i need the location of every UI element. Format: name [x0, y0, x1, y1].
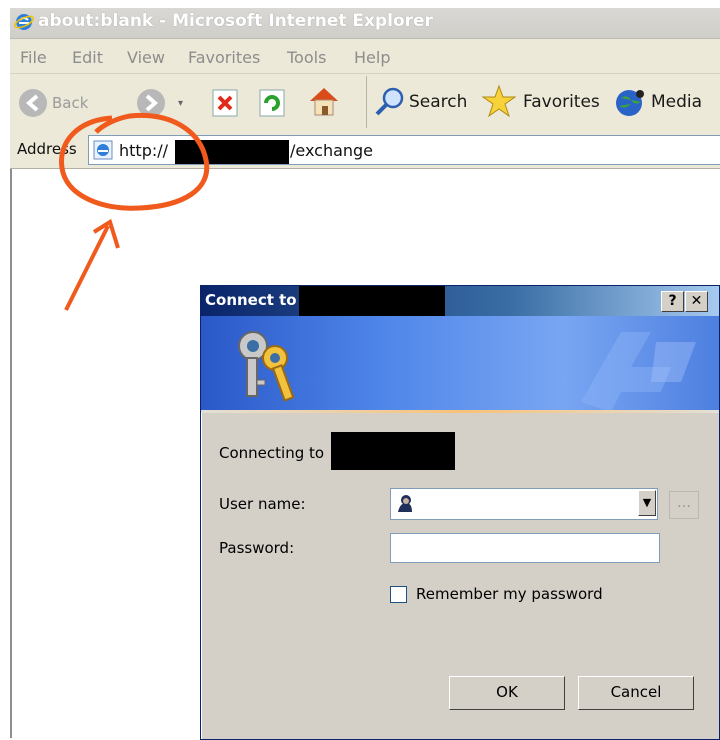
favorites-label: Favorites: [523, 92, 600, 112]
search-button[interactable]: Search: [374, 84, 474, 120]
favorites-star-icon: [481, 84, 517, 118]
refresh-icon[interactable]: [257, 88, 287, 118]
remember-checkbox[interactable]: [390, 586, 407, 603]
redacted-host: [175, 140, 289, 164]
banner-watermark-keys: [581, 332, 696, 412]
keys-icon: [238, 331, 295, 402]
menu-tools[interactable]: Tools: [287, 48, 326, 67]
connect-dialog: Connect to ? ✕ Connecting to User name: …: [200, 285, 720, 740]
forward-dropdown-icon[interactable]: ▾: [178, 98, 183, 109]
menu-file[interactable]: File: [20, 48, 47, 67]
toolbar-separator: [366, 76, 367, 128]
ok-button[interactable]: OK: [449, 676, 565, 710]
menu-favorites[interactable]: Favorites: [188, 48, 260, 67]
ie-title-bar: about:blank - Microsoft Internet Explore…: [10, 8, 720, 39]
home-icon[interactable]: [306, 84, 342, 118]
address-input[interactable]: http:// /exchange: [88, 135, 720, 165]
standard-toolbar: Back ▾ Search Favorites Media: [10, 74, 720, 133]
remember-label[interactable]: Remember my password: [416, 585, 603, 603]
username-combobox[interactable]: ▼: [390, 488, 658, 520]
chevron-down-icon[interactable]: ▼: [638, 490, 656, 516]
address-label: Address: [17, 140, 77, 158]
back-button[interactable]: Back: [14, 86, 94, 120]
media-button[interactable]: Media: [613, 84, 713, 120]
search-label: Search: [409, 92, 468, 112]
address-bar: Address http:// /exchange: [10, 132, 720, 169]
window-title: about:blank - Microsoft Internet Explore…: [38, 11, 433, 31]
search-magnifier-icon: [375, 87, 404, 116]
page-icon: [93, 140, 113, 160]
dialog-title: Connect to: [205, 291, 297, 309]
menu-help[interactable]: Help: [354, 48, 390, 67]
stop-icon[interactable]: [210, 88, 240, 118]
media-globe-icon: [616, 90, 644, 116]
close-button[interactable]: ✕: [685, 291, 708, 312]
dialog-title-bar: Connect to ? ✕: [201, 286, 719, 318]
back-label: Back: [52, 94, 89, 112]
menu-bar: File Edit View Favorites Tools Help: [10, 39, 720, 74]
username-label: User name:: [219, 495, 306, 513]
forward-arrow-icon[interactable]: [136, 88, 166, 118]
user-icon: [398, 495, 412, 512]
help-button[interactable]: ?: [661, 291, 684, 312]
media-label: Media: [651, 92, 703, 112]
menu-edit[interactable]: Edit: [72, 48, 103, 67]
browse-button[interactable]: …: [669, 491, 699, 519]
cancel-button[interactable]: Cancel: [578, 676, 694, 710]
redacted-server-name: [331, 432, 455, 470]
favorites-button[interactable]: Favorites: [481, 82, 603, 122]
url-prefix: http://: [119, 141, 169, 160]
dialog-banner: [201, 316, 719, 412]
redacted-server-title: [299, 286, 445, 318]
password-label: Password:: [219, 539, 295, 557]
back-arrow-icon: [19, 89, 47, 117]
banner-divider: [201, 410, 719, 413]
password-field[interactable]: [390, 533, 660, 563]
menu-view[interactable]: View: [127, 48, 165, 67]
connecting-label: Connecting to: [219, 444, 325, 462]
ie-logo-icon: [14, 14, 34, 30]
url-suffix: /exchange: [290, 141, 374, 160]
